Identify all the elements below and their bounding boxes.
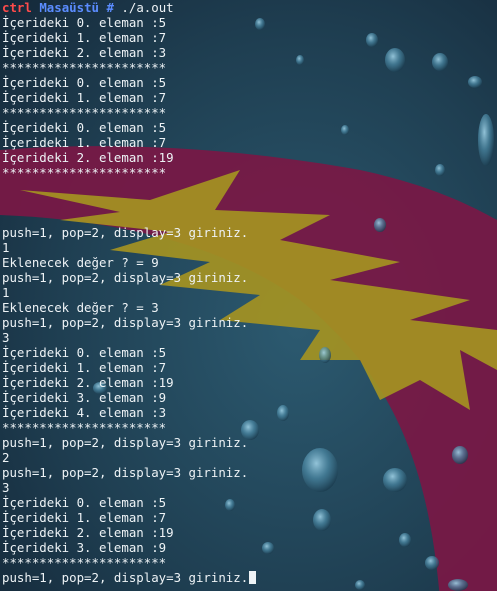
terminal-output: İçerideki 0. eleman :5 İçerideki 1. elema… xyxy=(2,15,495,585)
terminal-output-line: ********************** xyxy=(2,420,167,435)
shell-prompt-line: ctrl Masaüstü # ./a.out xyxy=(2,0,495,15)
terminal-output-line: push=1, pop=2, display=3 giriniz. xyxy=(2,465,249,480)
terminal-output-line: İçerideki 3. eleman :9 xyxy=(2,540,167,555)
terminal-output-line: Eklenecek değer ? = 9 xyxy=(2,255,159,270)
terminal-output-line: push=1, pop=2, display=3 giriniz. xyxy=(2,570,495,585)
terminal-output-line: İçerideki 0. eleman :5 xyxy=(2,120,167,135)
terminal-output-line: ********************** xyxy=(2,165,167,180)
prompt-user: ctrl xyxy=(2,0,32,15)
terminal-output-line: İçerideki 1. eleman :7 xyxy=(2,135,167,150)
terminal-output-line: İçerideki 1. eleman :7 xyxy=(2,30,167,45)
terminal-cursor xyxy=(249,571,257,584)
prompt-directory: Masaüstü xyxy=(39,0,99,15)
terminal-output-line: push=1, pop=2, display=3 giriniz. xyxy=(2,435,249,450)
terminal-output-line: 3 xyxy=(2,330,10,345)
terminal-output-line: İçerideki 2. eleman :3 xyxy=(2,45,167,60)
terminal-output-line: 3 xyxy=(2,480,10,495)
terminal-output-line: İçerideki 0. eleman :5 xyxy=(2,495,167,510)
terminal-output-line: İçerideki 0. eleman :5 xyxy=(2,15,167,30)
terminal-output-line: İçerideki 1. eleman :7 xyxy=(2,510,167,525)
prompt-command: ./a.out xyxy=(121,0,174,15)
terminal-output-line: 1 xyxy=(2,285,10,300)
terminal-output-line: push=1, pop=2, display=3 giriniz. xyxy=(2,315,249,330)
terminal-output-line: 1 xyxy=(2,240,10,255)
terminal-output-line: İçerideki 0. eleman :5 xyxy=(2,345,167,360)
terminal-output-line: ********************** xyxy=(2,555,167,570)
terminal-output-line: İçerideki 2. eleman :19 xyxy=(2,375,174,390)
terminal-output-line: İçerideki 1. eleman :7 xyxy=(2,360,167,375)
terminal-output-line: push=1, pop=2, display=3 giriniz. xyxy=(2,225,249,240)
terminal-output-line: İçerideki 0. eleman :5 xyxy=(2,75,167,90)
terminal-output-line: ********************** xyxy=(2,105,167,120)
terminal-output-line: İçerideki 1. eleman :7 xyxy=(2,90,167,105)
terminal-output-line: ********************** xyxy=(2,60,167,75)
terminal-output-line: push=1, pop=2, display=3 giriniz. xyxy=(2,270,249,285)
terminal-output-line: İçerideki 2. eleman :19 xyxy=(2,150,174,165)
terminal-output-line: 2 xyxy=(2,450,10,465)
terminal-output-line: İçerideki 4. eleman :3 xyxy=(2,405,167,420)
prompt-symbol: # xyxy=(106,0,114,15)
terminal-output-line: Eklenecek değer ? = 3 xyxy=(2,300,159,315)
terminal-window[interactable]: ctrl Masaüstü # ./a.out İçerideki 0. ele… xyxy=(2,0,495,585)
terminal-output-line: İçerideki 3. eleman :9 xyxy=(2,390,167,405)
terminal-output-line: İçerideki 2. eleman :19 xyxy=(2,525,174,540)
